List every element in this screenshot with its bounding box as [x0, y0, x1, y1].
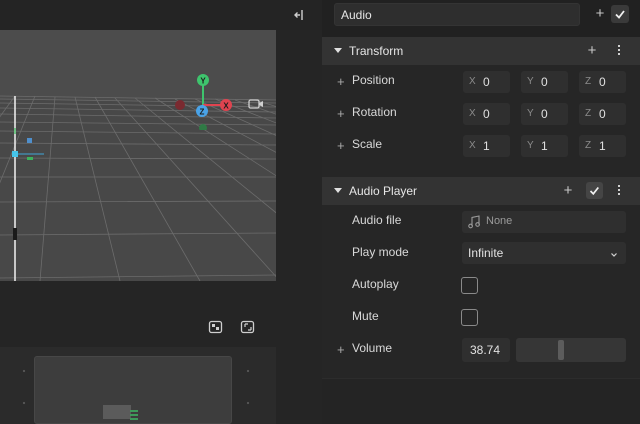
svg-text:Z: Z [200, 108, 205, 117]
mute-label: Mute [352, 309, 379, 323]
inspector-empty-area [322, 378, 640, 424]
scale-expand-icon[interactable]: + [337, 138, 345, 153]
autoplay-checkbox[interactable] [461, 277, 478, 294]
camera-icon[interactable] [248, 98, 264, 110]
orientation-gizmo[interactable]: Y X Z [170, 70, 240, 130]
add-component-button[interactable]: + [593, 6, 607, 22]
audio-player-enabled-toggle[interactable] [586, 182, 603, 199]
gizmo-z-axis[interactable]: Z [196, 105, 208, 117]
transform-add-button[interactable]: + [585, 43, 599, 59]
audio-file-label: Audio file [352, 213, 402, 227]
more-vertical-icon[interactable] [617, 45, 621, 57]
volume-input[interactable]: 38.74 [462, 338, 510, 362]
audio-player-header[interactable]: Audio Player + [322, 177, 640, 205]
layout-icon[interactable] [208, 320, 224, 334]
audio-file-value: None [486, 215, 513, 227]
scale-z-field[interactable]: Z1 [579, 135, 626, 157]
gizmo-x-axis[interactable]: X [220, 99, 232, 111]
rotation-expand-icon[interactable]: + [337, 106, 345, 121]
check-icon [589, 186, 599, 196]
scale-y-field[interactable]: Y1 [521, 135, 568, 157]
audio-player-title: Audio Player [349, 184, 418, 198]
play-mode-value: Infinite [468, 246, 504, 260]
rotation-x-field[interactable]: X0 [463, 103, 510, 125]
chevron-down-icon [610, 248, 618, 257]
audio-player-add-button[interactable]: + [561, 183, 575, 199]
inspector-panel: Audio + Transform + + Position X0 Y0 Z0 … [322, 0, 640, 424]
play-mode-label: Play mode [352, 245, 409, 259]
entity-name-field[interactable]: Audio [334, 3, 580, 26]
viewport-bottom-toolbar [0, 281, 322, 347]
audio-file-picker[interactable]: None [462, 211, 626, 233]
rotation-y-field[interactable]: Y0 [521, 103, 568, 125]
ground-grid [0, 30, 276, 281]
rotation-label: Rotation [352, 105, 397, 119]
expand-icon[interactable] [240, 320, 256, 334]
position-z-field[interactable]: Z0 [579, 71, 626, 93]
position-expand-icon[interactable]: + [337, 74, 345, 89]
scale-x-field[interactable]: X1 [463, 135, 510, 157]
play-mode-select[interactable]: Infinite [462, 242, 626, 264]
node-ports[interactable] [130, 410, 138, 422]
svg-text:Y: Y [200, 77, 206, 86]
position-y-field[interactable]: Y0 [521, 71, 568, 93]
viewport-toolbar [0, 0, 322, 30]
volume-slider-handle[interactable] [558, 340, 564, 360]
position-x-field[interactable]: X0 [463, 71, 510, 93]
transform-header[interactable]: Transform + [322, 37, 640, 65]
svg-text:X: X [223, 102, 229, 111]
collapse-panel-icon[interactable] [292, 7, 308, 23]
caret-down-icon[interactable] [334, 188, 342, 193]
more-vertical-icon[interactable] [617, 185, 621, 197]
scale-label: Scale [352, 137, 383, 151]
volume-label: Volume [352, 341, 393, 355]
position-label: Position [352, 73, 395, 87]
volume-slider[interactable] [516, 338, 626, 362]
volume-expand-icon[interactable]: + [337, 342, 345, 357]
autoplay-label: Autoplay [352, 277, 399, 291]
music-note-icon [468, 215, 480, 229]
rotation-z-field[interactable]: Z0 [579, 103, 626, 125]
node-thumbnail [103, 405, 131, 419]
gizmo-y-axis[interactable]: Y [197, 74, 209, 86]
3d-viewport[interactable]: Y X Z [0, 30, 276, 281]
caret-down-icon[interactable] [334, 48, 342, 53]
entity-enabled-toggle[interactable] [611, 5, 629, 23]
mute-checkbox[interactable] [461, 309, 478, 326]
check-icon [615, 10, 625, 19]
transform-title: Transform [349, 44, 404, 58]
